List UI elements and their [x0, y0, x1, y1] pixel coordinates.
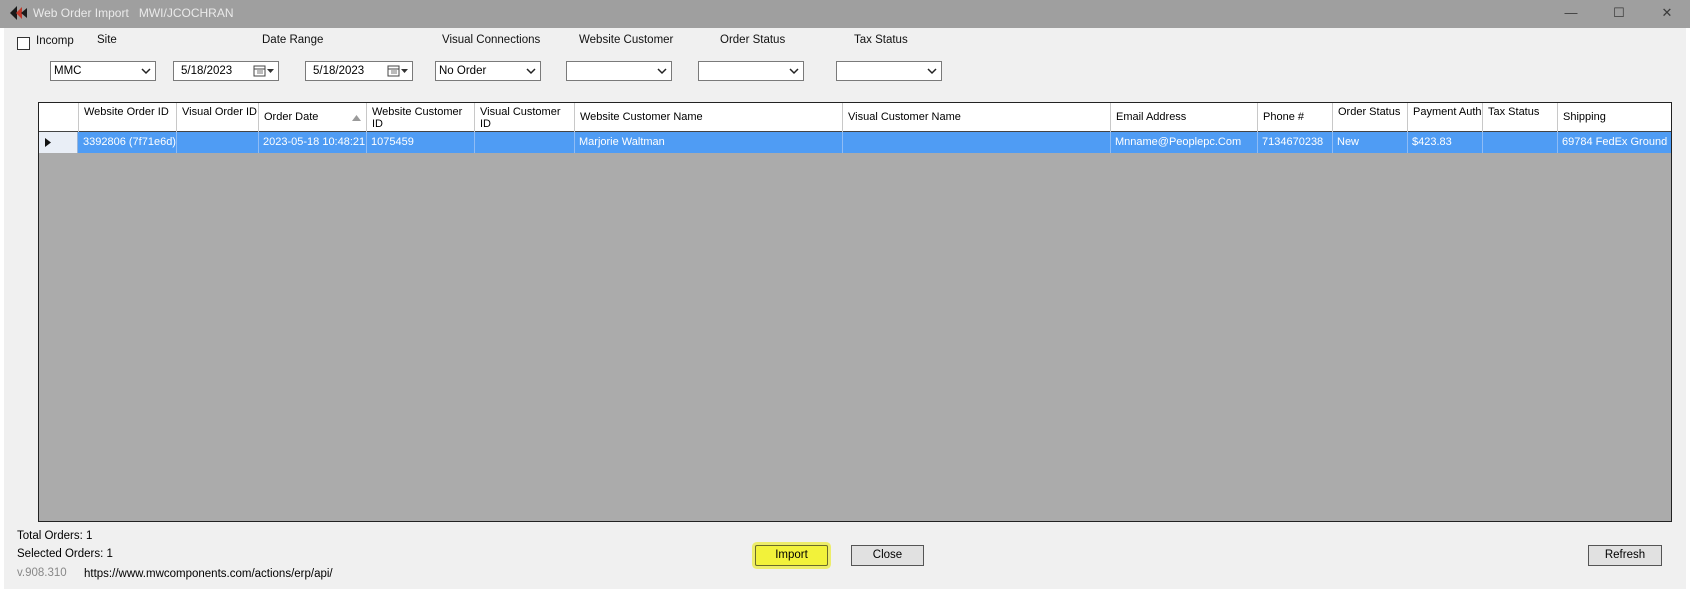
- tax-status-label: Tax Status: [854, 34, 908, 46]
- column-header-website-customer-id[interactable]: Website Customer ID: [367, 103, 475, 132]
- cell-tax-status[interactable]: [1483, 132, 1558, 153]
- chevron-down-icon: [789, 68, 799, 75]
- api-url-label: https://www.mwcomponents.com/actions/erp…: [84, 568, 333, 580]
- version-label: v.908.310: [17, 567, 67, 579]
- window-title: Web Order Import MWI/JCOCHRAN: [33, 6, 234, 20]
- site-label: Site: [97, 34, 117, 46]
- date-to-value: 5/18/2023: [313, 65, 365, 77]
- cell-website-customer-id[interactable]: 1075459: [367, 132, 475, 153]
- app-logo-icon: [10, 6, 27, 20]
- cell-visual-customer-id[interactable]: [475, 132, 575, 153]
- date-to-picker[interactable]: 5/18/2023: [305, 61, 413, 81]
- row-selector[interactable]: [39, 132, 78, 153]
- order-status-dropdown[interactable]: [698, 61, 804, 81]
- visual-connections-label: Visual Connections: [442, 34, 541, 46]
- column-header-website-order-id[interactable]: Website Order ID: [79, 103, 177, 132]
- minimize-button[interactable]: —: [1548, 0, 1594, 26]
- chevron-down-icon: [526, 68, 536, 75]
- incomplete-checkbox[interactable]: [17, 37, 30, 50]
- column-header-email-address[interactable]: Email Address: [1111, 103, 1258, 132]
- maximize-button[interactable]: ☐: [1596, 0, 1642, 26]
- cell-shipping[interactable]: 69784 FedEx Ground: [1558, 132, 1671, 153]
- cell-email-address[interactable]: Mnname@Peoplepc.Com: [1111, 132, 1258, 153]
- column-header-tax-status[interactable]: Tax Status: [1483, 103, 1558, 132]
- cell-phone[interactable]: 7134670238: [1258, 132, 1333, 153]
- column-header-phone[interactable]: Phone #: [1258, 103, 1333, 132]
- cell-payment-auth[interactable]: $423.83: [1408, 132, 1483, 153]
- row-pointer-icon: [45, 138, 51, 147]
- website-customer-label: Website Customer: [579, 34, 674, 46]
- site-dropdown[interactable]: MMC: [50, 61, 156, 81]
- row-header-corner: [39, 103, 79, 132]
- incomplete-label: Incomp: [36, 35, 74, 47]
- column-header-order-date[interactable]: Order Date: [259, 103, 367, 132]
- import-button[interactable]: Import: [755, 545, 828, 566]
- chevron-down-icon: [141, 68, 151, 75]
- date-from-value: 5/18/2023: [181, 65, 233, 77]
- table-row[interactable]: 3392806 (7f71e6d) 2023-05-18 10:48:21 10…: [39, 132, 1671, 153]
- close-button[interactable]: Close: [851, 545, 924, 566]
- calendar-icon: [387, 65, 408, 77]
- column-header-order-status[interactable]: Order Status: [1333, 103, 1408, 132]
- chevron-down-icon: [927, 68, 937, 75]
- visual-connections-value: No Order: [439, 65, 487, 77]
- cell-order-status[interactable]: New: [1333, 132, 1408, 153]
- date-range-label: Date Range: [262, 34, 324, 46]
- total-orders-label: Total Orders: 1: [17, 530, 93, 542]
- window-title-app: Web Order Import: [33, 6, 129, 20]
- visual-connections-dropdown[interactable]: No Order: [435, 61, 541, 81]
- title-bar: Web Order Import MWI/JCOCHRAN — ☐ ✕: [0, 0, 1690, 28]
- column-header-visual-customer-name[interactable]: Visual Customer Name: [843, 103, 1111, 132]
- cell-website-order-id[interactable]: 3392806 (7f71e6d): [79, 132, 177, 153]
- sort-ascending-icon: [352, 115, 361, 121]
- cell-website-customer-name[interactable]: Marjorie Waltman: [575, 132, 843, 153]
- main-form: Incomp Site Date Range Visual Connection…: [4, 28, 1686, 589]
- column-header-website-customer-name[interactable]: Website Customer Name: [575, 103, 843, 132]
- cell-order-date[interactable]: 2023-05-18 10:48:21: [259, 132, 367, 153]
- close-window-button[interactable]: ✕: [1644, 0, 1690, 26]
- date-from-picker[interactable]: 5/18/2023: [173, 61, 279, 81]
- column-header-visual-customer-id[interactable]: Visual Customer ID: [475, 103, 575, 132]
- column-header-payment-auth[interactable]: Payment Auth: [1408, 103, 1483, 132]
- calendar-icon: [253, 65, 274, 77]
- column-header-shipping[interactable]: Shipping: [1558, 103, 1671, 132]
- refresh-button[interactable]: Refresh: [1588, 545, 1662, 566]
- cell-visual-order-id[interactable]: [177, 132, 259, 153]
- grid-header: Website Order ID Visual Order ID Order D…: [39, 103, 1671, 132]
- order-status-label: Order Status: [720, 34, 786, 46]
- order-date-header-label: Order Date: [264, 111, 319, 123]
- cell-visual-customer-name[interactable]: [843, 132, 1111, 153]
- selected-orders-label: Selected Orders: 1: [17, 548, 113, 560]
- website-customer-dropdown[interactable]: [566, 61, 672, 81]
- orders-grid[interactable]: Website Order ID Visual Order ID Order D…: [38, 102, 1672, 522]
- tax-status-dropdown[interactable]: [836, 61, 942, 81]
- window-title-user: MWI/JCOCHRAN: [138, 6, 234, 20]
- site-dropdown-value: MMC: [54, 65, 82, 77]
- chevron-down-icon: [657, 68, 667, 75]
- column-header-visual-order-id[interactable]: Visual Order ID: [177, 103, 259, 132]
